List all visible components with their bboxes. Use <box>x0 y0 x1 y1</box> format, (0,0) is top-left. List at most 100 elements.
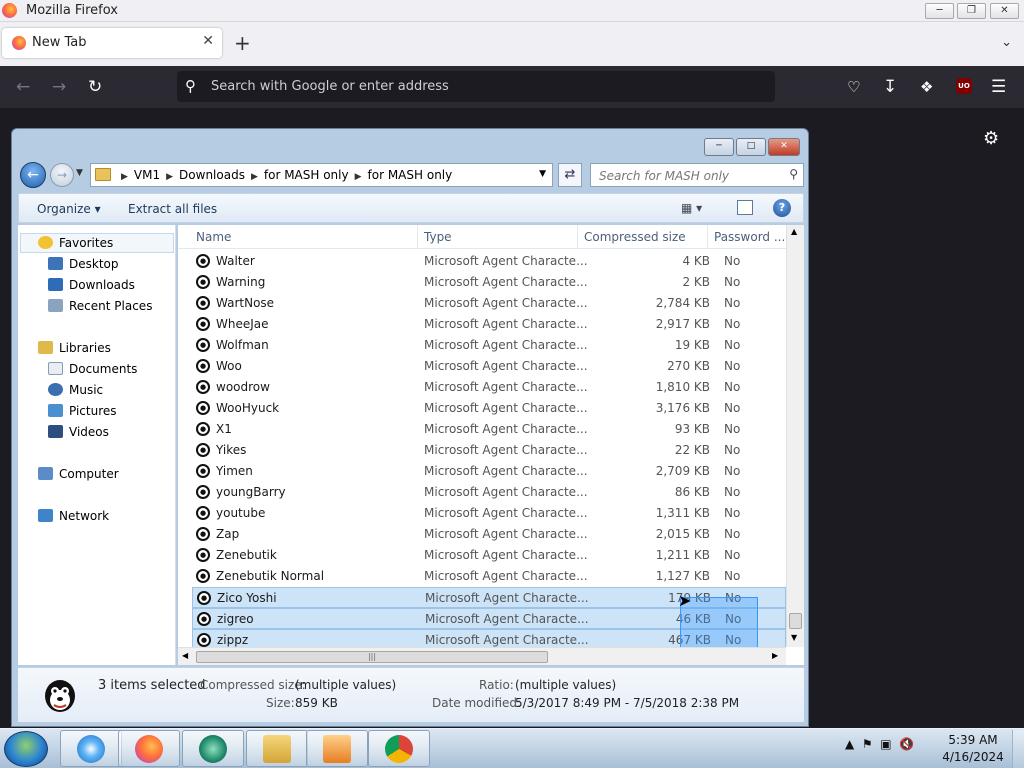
file-type: Microsoft Agent Characte... <box>424 485 588 499</box>
taskbar: ▲ ⚑ ▣ 🔇 5:39 AM 4/16/2024 <box>0 728 1024 768</box>
action-center-flag-icon[interactable]: ⚑ <box>862 737 873 751</box>
table-row[interactable]: ● Yimen Microsoft Agent Characte... 2,709 K… <box>192 461 786 482</box>
firefox-tab-icon <box>12 36 26 50</box>
table-row[interactable]: ● WheeJae Microsoft Agent Characte... 2,917… <box>192 314 786 335</box>
breadcrumb-item[interactable]: for MASH only <box>368 168 453 182</box>
pocket-icon[interactable]: ♡ <box>847 77 860 97</box>
column-header-name[interactable]: Name <box>190 225 418 249</box>
file-password: No <box>724 422 741 436</box>
column-header-password[interactable]: Password ... <box>708 225 786 249</box>
recent-pages-dropdown-icon[interactable]: ▼ <box>76 168 83 178</box>
breadcrumb-item[interactable]: for MASH only <box>264 168 349 182</box>
close-tab-icon[interactable]: ✕ <box>202 33 214 49</box>
new-tab-plus-icon[interactable]: + <box>234 33 251 53</box>
nav-item-computer[interactable]: Computer <box>38 467 119 481</box>
table-row[interactable]: ● Woo Microsoft Agent Characte... 270 KB No <box>192 356 786 377</box>
table-row[interactable]: ● X1 Microsoft Agent Characte... 93 KB No <box>192 419 786 440</box>
taskbar-file-explorer[interactable] <box>246 730 308 767</box>
column-header-compressed-size[interactable]: Compressed size <box>578 225 708 249</box>
search-input[interactable]: Search for MASH only ⚲ <box>590 163 804 187</box>
taskbar-firefox[interactable] <box>118 730 180 767</box>
address-dropdown-icon[interactable]: ▼ <box>539 169 546 179</box>
vertical-scroll-thumb[interactable] <box>789 613 802 629</box>
table-row[interactable]: ● WartNose Microsoft Agent Characte... 2,78… <box>192 293 786 314</box>
table-row[interactable]: ● Wolfman Microsoft Agent Characte... 19 KB… <box>192 335 786 356</box>
search-icon: ⚲ <box>789 167 798 181</box>
agent-character-icon: ● <box>197 633 211 647</box>
ublock-origin-icon[interactable]: UO <box>956 78 972 94</box>
explorer-close-button[interactable]: ✕ <box>768 138 800 156</box>
breadcrumb-item[interactable]: VM1 <box>134 168 160 182</box>
back-arrow-icon[interactable]: ← <box>16 77 30 97</box>
tab-new-tab[interactable]: New Tab ✕ <box>2 28 222 58</box>
table-row[interactable]: ● youngBarry Microsoft Agent Characte... 86… <box>192 482 786 503</box>
nav-item-videos[interactable]: Videos <box>48 425 109 439</box>
newtab-settings-gear-icon[interactable]: ⚙ <box>983 128 999 149</box>
reload-icon[interactable]: ↻ <box>88 77 102 97</box>
taskbar-internet-explorer[interactable] <box>60 730 122 767</box>
table-row[interactable]: ● Warning Microsoft Agent Characte... 2 KB N… <box>192 272 786 293</box>
scroll-down-arrow-icon[interactable]: ▼ <box>791 633 797 642</box>
back-button-icon[interactable]: ← <box>20 162 46 188</box>
nav-label: Desktop <box>69 257 119 271</box>
extensions-puzzle-icon[interactable]: ❖ <box>920 77 933 97</box>
list-all-tabs-chevron-icon[interactable]: ⌄ <box>1001 35 1012 50</box>
horizontal-scroll-thumb[interactable]: ||| <box>196 651 548 663</box>
table-row[interactable]: ● Zenebutik Normal Microsoft Agent Charact… <box>192 566 786 587</box>
nav-item-music[interactable]: Music <box>48 383 103 397</box>
table-row[interactable]: ● youtube Microsoft Agent Characte... 1,311… <box>192 503 786 524</box>
forward-button-icon[interactable]: → <box>50 163 74 187</box>
show-desktop-button[interactable] <box>1012 730 1024 768</box>
help-icon[interactable]: ? <box>773 199 791 217</box>
explorer-minimize-button[interactable]: ─ <box>704 138 734 156</box>
nav-item-libraries[interactable]: Libraries <box>38 341 111 355</box>
scroll-left-arrow-icon[interactable]: ◀ <box>182 651 188 660</box>
taskbar-media-player[interactable] <box>306 730 368 767</box>
table-row[interactable]: ● Yikes Microsoft Agent Characte... 22 KB No <box>192 440 786 461</box>
show-hidden-icons-icon[interactable]: ▲ <box>845 737 854 751</box>
horizontal-scrollbar[interactable]: ◀ ||| ▶ <box>178 647 786 665</box>
nav-item-recent-places[interactable]: Recent Places <box>48 299 152 313</box>
chat-bubble-icon <box>199 735 227 763</box>
explorer-maximize-button[interactable]: □ <box>736 138 766 156</box>
table-row[interactable]: ● WooHyuck Microsoft Agent Characte... 3,17… <box>192 398 786 419</box>
file-password: No <box>724 569 741 583</box>
nav-item-favorites[interactable]: Favorites <box>38 236 113 250</box>
column-header-type[interactable]: Type <box>418 225 578 249</box>
table-row[interactable]: ● woodrow Microsoft Agent Characte... 1,810… <box>192 377 786 398</box>
nav-item-downloads[interactable]: Downloads <box>48 278 135 292</box>
taskbar-chrome[interactable] <box>368 730 430 767</box>
scroll-right-arrow-icon[interactable]: ▶ <box>772 651 778 660</box>
start-button-icon[interactable] <box>4 731 48 767</box>
scroll-up-arrow-icon[interactable]: ▲ <box>791 227 797 236</box>
nav-item-documents[interactable]: Documents <box>48 362 137 376</box>
file-name: WartNose <box>216 296 275 310</box>
hamburger-menu-icon[interactable]: ☰ <box>991 77 1006 97</box>
close-window-button[interactable]: ✕ <box>990 3 1019 19</box>
taskbar-agent-app[interactable] <box>182 730 244 767</box>
network-tray-icon[interactable]: ▣ <box>880 737 891 751</box>
restore-button[interactable]: ❐ <box>957 3 986 19</box>
minimize-button[interactable]: ─ <box>925 3 954 19</box>
url-bar[interactable]: ⚲ Search with Google or enter address <box>177 71 775 102</box>
downloads-icon[interactable]: ↧ <box>883 77 897 97</box>
file-type: Microsoft Agent Characte... <box>425 612 589 626</box>
table-row[interactable]: ● Walter Microsoft Agent Characte... 4 KB No <box>192 251 786 272</box>
agent-character-icon: ● <box>196 443 210 457</box>
table-row[interactable]: ● Zenebutik Microsoft Agent Characte... 1,2… <box>192 545 786 566</box>
nav-item-pictures[interactable]: Pictures <box>48 404 117 418</box>
change-view-icon[interactable]: ▦ ▾ <box>681 201 702 215</box>
forward-arrow-icon[interactable]: → <box>52 77 66 97</box>
extract-all-files-button[interactable]: Extract all files <box>128 202 217 216</box>
address-bar[interactable]: ▶ VM1 ▶ Downloads ▶ for MASH only ▶ for MASH on… <box>90 163 553 187</box>
nav-item-desktop[interactable]: Desktop <box>48 257 119 271</box>
clock[interactable]: 5:39 AM 4/16/2024 <box>938 732 1008 766</box>
volume-muted-icon[interactable]: 🔇 <box>899 737 914 751</box>
preview-pane-icon[interactable] <box>737 200 753 215</box>
table-row[interactable]: ● Zap Microsoft Agent Characte... 2,015 KB N… <box>192 524 786 545</box>
refresh-icon[interactable]: ⇄ <box>558 163 582 187</box>
nav-item-network[interactable]: Network <box>38 509 109 523</box>
vertical-scrollbar[interactable]: ▲ ▼ <box>786 225 804 647</box>
breadcrumb-item[interactable]: Downloads <box>179 168 245 182</box>
organize-button[interactable]: Organize ▾ <box>37 202 101 216</box>
